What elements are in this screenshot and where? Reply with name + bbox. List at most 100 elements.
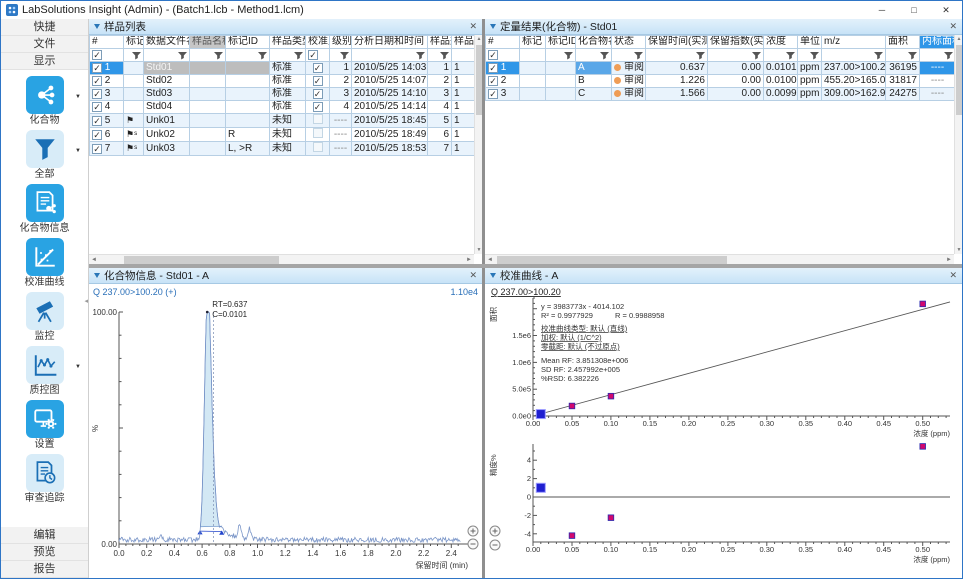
column-header[interactable]: 级别 — [330, 36, 352, 49]
column-header[interactable]: 面积 — [886, 36, 920, 49]
checkbox[interactable] — [488, 50, 498, 60]
quant-row[interactable]: 2B审阅1.2260.000.0100ppm455.20>165.0531817… — [486, 75, 956, 88]
scroll-right-icon[interactable]: ► — [944, 255, 954, 264]
sidebar-menu-3[interactable]: 显示 — [1, 53, 88, 70]
data-file-cell[interactable]: Unk02 — [144, 128, 190, 142]
filter-cell[interactable] — [764, 49, 798, 62]
column-header[interactable]: 标记ID — [226, 36, 270, 49]
channel-label[interactable]: Q 237.00>100.20 (+) — [93, 287, 177, 297]
scroll-thumb[interactable] — [497, 256, 727, 264]
column-header[interactable]: 状态 — [612, 36, 646, 49]
sidebar-tool-化合物[interactable]: ▼化合物 — [1, 76, 88, 127]
column-header[interactable]: 标记 — [520, 36, 546, 49]
sample-row[interactable]: 6⚑ˢUnk02R未知----2010/5/25 18:49:4061 — [90, 128, 475, 142]
column-header[interactable]: 样品类型 — [270, 36, 306, 49]
row-select-cell[interactable]: 7 — [90, 142, 124, 156]
filter-cell[interactable] — [546, 49, 576, 62]
checkbox[interactable] — [313, 142, 323, 152]
zero-intercept-link[interactable]: 零截距: 默认 (不过原点) — [541, 341, 620, 351]
accuracy-point-selected[interactable] — [536, 483, 545, 492]
mark-id-cell[interactable]: R — [226, 128, 270, 142]
checkbox[interactable] — [313, 76, 323, 86]
checkbox[interactable] — [488, 63, 498, 73]
data-file-cell[interactable]: Unk01 — [144, 114, 190, 128]
column-header[interactable]: 内标面积 — [920, 36, 956, 49]
sidebar-tool-校准曲线[interactable]: 校准曲线 — [1, 238, 88, 289]
column-header[interactable]: 单位 — [798, 36, 822, 49]
status-cell[interactable]: 审阅 — [612, 88, 646, 101]
istd-area-cell[interactable]: ---- — [920, 75, 956, 88]
filter-cell[interactable] — [428, 49, 452, 62]
checkbox[interactable] — [92, 102, 102, 112]
data-file-cell[interactable]: Std02 — [144, 75, 190, 88]
checkbox[interactable] — [92, 144, 102, 154]
sidebar-menu-bottom-1[interactable]: 编辑 — [1, 527, 88, 544]
checkbox[interactable] — [488, 76, 498, 86]
istd-area-cell[interactable]: ---- — [920, 62, 956, 75]
sidebar-menu-bottom-3[interactable]: 报告 — [1, 561, 88, 578]
maximize-button[interactable]: □ — [898, 1, 930, 19]
sample-list-vscrollbar[interactable]: ▲▼ — [474, 35, 482, 254]
sidebar-menu-2[interactable]: 文件 — [1, 36, 88, 53]
sidebar-tool-质控图[interactable]: ▼质控图 — [1, 346, 88, 397]
zoom-in-button[interactable] — [468, 526, 478, 536]
checkbox[interactable] — [92, 89, 102, 99]
scroll-up-icon[interactable]: ▲ — [955, 35, 962, 43]
scroll-up-icon[interactable]: ▲ — [475, 35, 482, 43]
mark-id-cell[interactable] — [226, 62, 270, 75]
panel-close-icon[interactable]: ✕ — [949, 21, 957, 32]
filter-cell[interactable] — [352, 49, 428, 62]
filter-cell[interactable] — [226, 49, 270, 62]
mark-id-cell[interactable]: L, >R — [226, 142, 270, 156]
data-file-cell[interactable]: Std04 — [144, 101, 190, 114]
column-header[interactable]: 保留指数(实测) — [708, 36, 764, 49]
calibration-point[interactable] — [920, 301, 926, 307]
collapse-icon[interactable] — [94, 24, 100, 29]
sidebar-tool-设置[interactable]: 设置 — [1, 400, 88, 451]
filter-cell[interactable] — [90, 49, 124, 62]
scroll-thumb[interactable] — [124, 256, 279, 264]
sidebar-tool-审查追踪[interactable]: 审查追踪 — [1, 454, 88, 505]
scroll-right-icon[interactable]: ► — [464, 255, 474, 264]
minimize-button[interactable]: ─ — [866, 1, 898, 19]
filter-cell[interactable] — [520, 49, 546, 62]
sidebar-tool-化合物信息[interactable]: 化合物信息 — [1, 184, 88, 235]
sample-list-hscrollbar[interactable]: ◄► — [89, 254, 474, 264]
sample-row[interactable]: 5⚑Unk01未知----2010/5/25 18:45:5951 — [90, 114, 475, 128]
sample-row[interactable]: 4Std04标准42010/5/25 14:14:2141 — [90, 101, 475, 114]
sidebar-menu-1[interactable]: 快捷 — [1, 19, 88, 36]
quant-row[interactable]: 3C审阅1.5660.000.0099ppm309.00>162.9524275… — [486, 88, 956, 101]
checkbox[interactable] — [92, 76, 102, 86]
calibration-point[interactable] — [608, 393, 614, 399]
filter-cell[interactable] — [612, 49, 646, 62]
column-header[interactable]: 标记 — [124, 36, 144, 49]
chevron-down-icon[interactable]: ▼ — [75, 364, 81, 370]
column-header[interactable]: # — [486, 36, 520, 49]
panel-close-icon[interactable]: ✕ — [469, 21, 477, 32]
checkbox[interactable] — [313, 89, 323, 99]
data-file-cell[interactable]: Unk03 — [144, 142, 190, 156]
filter-cell[interactable] — [190, 49, 226, 62]
zoom-out-button[interactable] — [490, 540, 500, 550]
accuracy-point[interactable] — [920, 444, 926, 450]
row-select-cell[interactable]: 1 — [486, 62, 520, 75]
vertical-splitter[interactable] — [482, 19, 485, 578]
checkbox[interactable] — [92, 116, 102, 126]
column-header[interactable]: m/z — [822, 36, 886, 49]
status-cell[interactable]: 审阅 — [612, 62, 646, 75]
mark-id-cell[interactable] — [226, 88, 270, 101]
compound-cell[interactable]: B — [576, 75, 612, 88]
scroll-thumb[interactable] — [956, 45, 962, 115]
column-header[interactable]: 数据文件名 — [144, 36, 190, 49]
filter-cell[interactable] — [920, 49, 956, 62]
filter-cell[interactable] — [822, 49, 886, 62]
filter-cell[interactable] — [886, 49, 920, 62]
sample-row[interactable]: 7⚑ˢUnk03L, >R未知----2010/5/25 18:53:2171 — [90, 142, 475, 156]
collapse-icon[interactable] — [490, 273, 496, 278]
row-select-cell[interactable]: 6 — [90, 128, 124, 142]
sidebar-tool-监控[interactable]: 监控 — [1, 292, 88, 343]
compound-cell[interactable]: C — [576, 88, 612, 101]
row-select-cell[interactable]: 3 — [90, 88, 124, 101]
checkbox[interactable] — [313, 63, 323, 73]
close-button[interactable]: ✕ — [930, 1, 962, 19]
